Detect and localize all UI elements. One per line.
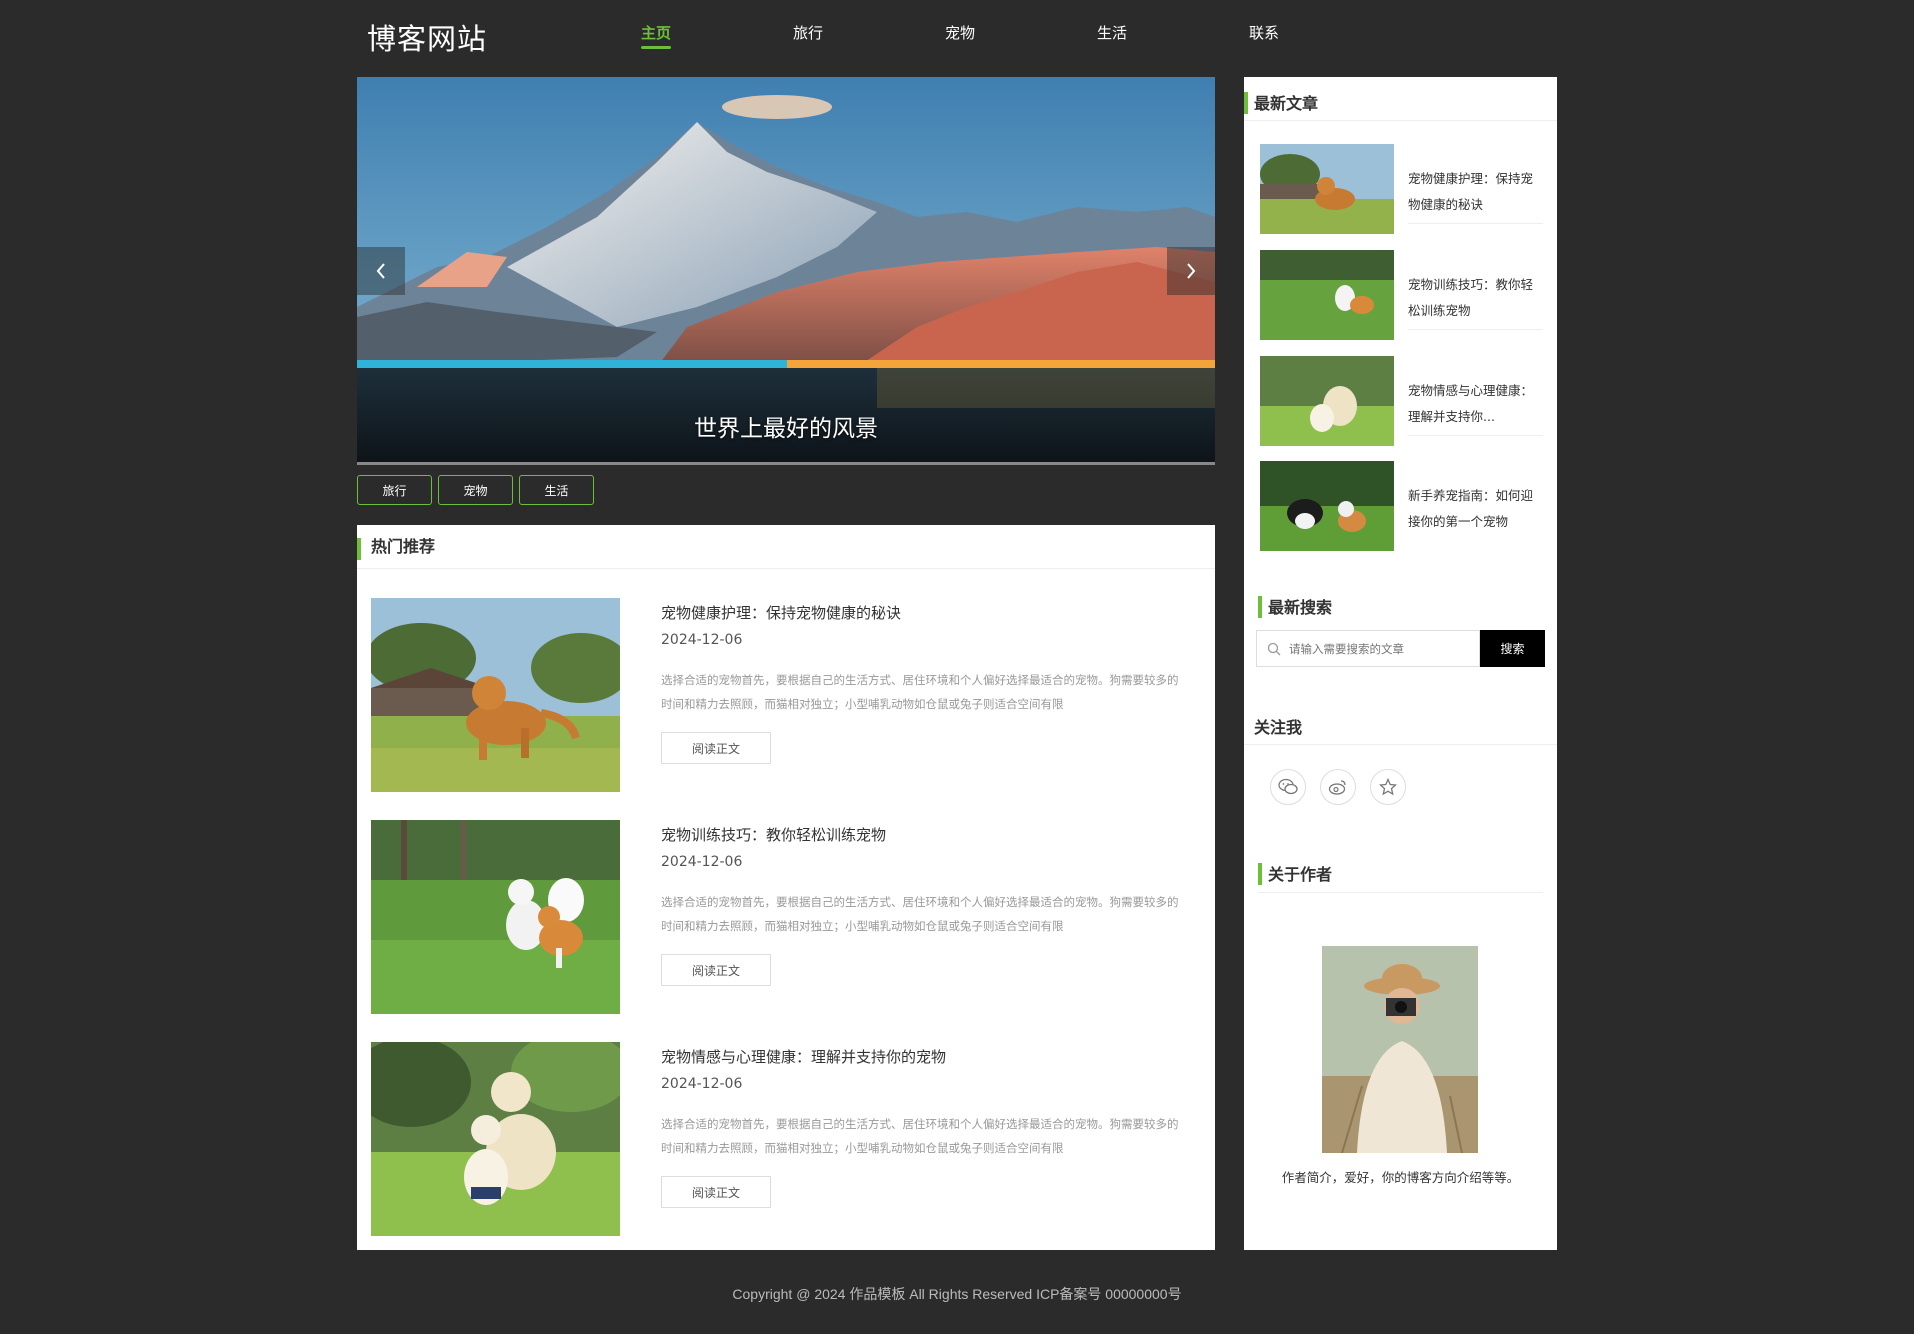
latest-article-thumbnail — [1260, 144, 1394, 234]
favorite-button[interactable] — [1370, 769, 1406, 805]
labrador-puppy-image — [371, 1042, 620, 1236]
tag-travel[interactable]: 旅行 — [357, 475, 432, 505]
author-bio: 作者简介，爱好，你的博客方向介绍等等。 — [1281, 1170, 1520, 1185]
wechat-icon — [1278, 778, 1298, 795]
star-icon — [1379, 778, 1397, 796]
latest-articles-title: 最新文章 — [1244, 90, 1318, 114]
article-title[interactable]: 宠物情感与心理健康：理解并支持你的宠物 — [661, 1046, 946, 1067]
nav-item-life[interactable]: 生活 — [1097, 22, 1249, 57]
read-more-button[interactable]: 阅读正文 — [661, 732, 771, 764]
divider — [1244, 120, 1557, 121]
nav-label: 联系 — [1249, 24, 1280, 42]
weibo-icon — [1328, 780, 1346, 795]
article-date: 2024-12-06 — [661, 632, 743, 648]
wechat-button[interactable] — [1270, 769, 1306, 805]
article-title[interactable]: 宠物训练技巧：教你轻松训练宠物 — [661, 824, 886, 845]
latest-article-item[interactable]: 宠物训练技巧：教你轻松训练宠物 — [1260, 250, 1543, 340]
carousel-prev-button[interactable] — [357, 247, 405, 295]
latest-article-title: 宠物健康护理：保持宠物健康的秘诀 — [1408, 171, 1534, 212]
golden-retriever-image — [1260, 144, 1394, 234]
author-photo-image — [1322, 946, 1478, 1153]
article-card: 宠物健康护理：保持宠物健康的秘诀 2024-12-06 选择合适的宠物首先，要根… — [371, 598, 1201, 792]
latest-article-title: 宠物情感与心理健康：理解并支持你... — [1408, 383, 1534, 424]
author-avatar — [1322, 946, 1478, 1153]
mountain-landscape-image — [357, 77, 1215, 465]
tag-pets[interactable]: 宠物 — [438, 475, 513, 505]
dogs-on-grass-image — [1260, 250, 1394, 340]
article-excerpt: 选择合适的宠物首先，要根据自己的生活方式、居住环境和个人偏好选择最适合的宠物。狗… — [661, 895, 1179, 933]
nav-item-contact[interactable]: 联系 — [1249, 22, 1401, 57]
about-author-title: 关于作者 — [1258, 861, 1332, 885]
carousel-next-button[interactable] — [1167, 247, 1215, 295]
latest-article-title: 新手养宠指南：如何迎接你的第一个宠物 — [1408, 488, 1534, 529]
site-footer: Copyright @ 2024 作品模板 All Rights Reserve… — [732, 1286, 1182, 1302]
article-thumbnail[interactable] — [371, 598, 620, 792]
search-button[interactable]: 搜索 — [1480, 630, 1545, 667]
weibo-button[interactable] — [1320, 769, 1356, 805]
latest-article-item[interactable]: 宠物情感与心理健康：理解并支持你... — [1260, 356, 1543, 446]
search-form: 搜索 — [1256, 630, 1545, 667]
divider — [1244, 744, 1557, 745]
carousel-progress-bar — [357, 462, 1215, 465]
article-thumbnail[interactable] — [371, 1042, 620, 1236]
nav-label: 旅行 — [793, 24, 824, 42]
site-logo[interactable]: 博客网站 — [367, 16, 487, 58]
latest-article-thumbnail — [1260, 250, 1394, 340]
search-input[interactable] — [1289, 641, 1459, 656]
article-date: 2024-12-06 — [661, 854, 743, 870]
latest-article-thumbnail — [1260, 356, 1394, 446]
site-header: 博客网站 主页 旅行 宠物 生活 联系 — [357, 0, 1557, 72]
search-field-wrapper — [1256, 630, 1480, 667]
hot-recommendations: 热门推荐 宠物健康护理：保持宠物健康的秘诀 2024-12-06 选择合适的宠物… — [357, 525, 1215, 1250]
follow-section-title: 关注我 — [1254, 718, 1303, 737]
nav-item-travel[interactable]: 旅行 — [793, 22, 945, 57]
category-tags: 旅行 宠物 生活 — [357, 475, 1215, 505]
divider — [1408, 329, 1543, 330]
nav-label: 生活 — [1097, 24, 1128, 42]
article-card: 宠物情感与心理健康：理解并支持你的宠物 2024-12-06 选择合适的宠物首先… — [371, 1042, 1201, 1236]
dogs-on-grass-image — [371, 820, 620, 1014]
nav-label: 宠物 — [945, 24, 976, 42]
chevron-right-icon — [1187, 263, 1196, 279]
article-title[interactable]: 宠物健康护理：保持宠物健康的秘诀 — [661, 602, 901, 623]
tag-life[interactable]: 生活 — [519, 475, 594, 505]
carousel-caption: 世界上最好的风景 — [694, 416, 878, 442]
article-thumbnail[interactable] — [371, 820, 620, 1014]
search-icon — [1267, 642, 1281, 655]
read-more-button[interactable]: 阅读正文 — [661, 954, 771, 986]
hero-carousel[interactable]: 世界上最好的风景 — [357, 77, 1215, 465]
nav-label: 主页 — [641, 22, 672, 49]
sidebar: 最新文章 宠物健康护理：保持宠物健康的秘诀 宠物训练技巧：教你轻松训练宠物 宠物… — [1244, 77, 1557, 1250]
article-excerpt: 选择合适的宠物首先，要根据自己的生活方式、居住环境和个人偏好选择最适合的宠物。狗… — [661, 673, 1179, 711]
main-content: 世界上最好的风景 旅行 宠物 生活 热门推荐 宠物健康护理：保持宠物健康的秘诀 … — [357, 77, 1215, 1250]
labrador-puppy-image — [1260, 356, 1394, 446]
article-card: 宠物训练技巧：教你轻松训练宠物 2024-12-06 选择合适的宠物首先，要根据… — [371, 820, 1201, 1014]
search-section-title: 最新搜索 — [1258, 594, 1332, 618]
latest-article-title: 宠物训练技巧：教你轻松训练宠物 — [1408, 277, 1534, 318]
article-date: 2024-12-06 — [661, 1076, 743, 1092]
hot-section-title: 热门推荐 — [357, 525, 1215, 569]
nav-item-home[interactable]: 主页 — [641, 22, 793, 57]
chevron-left-icon — [376, 263, 385, 279]
golden-retriever-image — [371, 598, 620, 792]
article-excerpt: 选择合适的宠物首先，要根据自己的生活方式、居住环境和个人偏好选择最适合的宠物。狗… — [661, 1117, 1179, 1155]
latest-article-item[interactable]: 新手养宠指南：如何迎接你的第一个宠物 — [1260, 461, 1543, 551]
latest-article-thumbnail — [1260, 461, 1394, 551]
divider — [1408, 435, 1543, 436]
nav-item-pets[interactable]: 宠物 — [945, 22, 1097, 57]
main-nav: 主页 旅行 宠物 生活 联系 — [641, 22, 1401, 57]
divider — [1258, 892, 1543, 893]
latest-article-item[interactable]: 宠物健康护理：保持宠物健康的秘诀 — [1260, 144, 1543, 234]
border-collie-image — [1260, 461, 1394, 551]
divider — [1408, 223, 1543, 224]
read-more-button[interactable]: 阅读正文 — [661, 1176, 771, 1208]
